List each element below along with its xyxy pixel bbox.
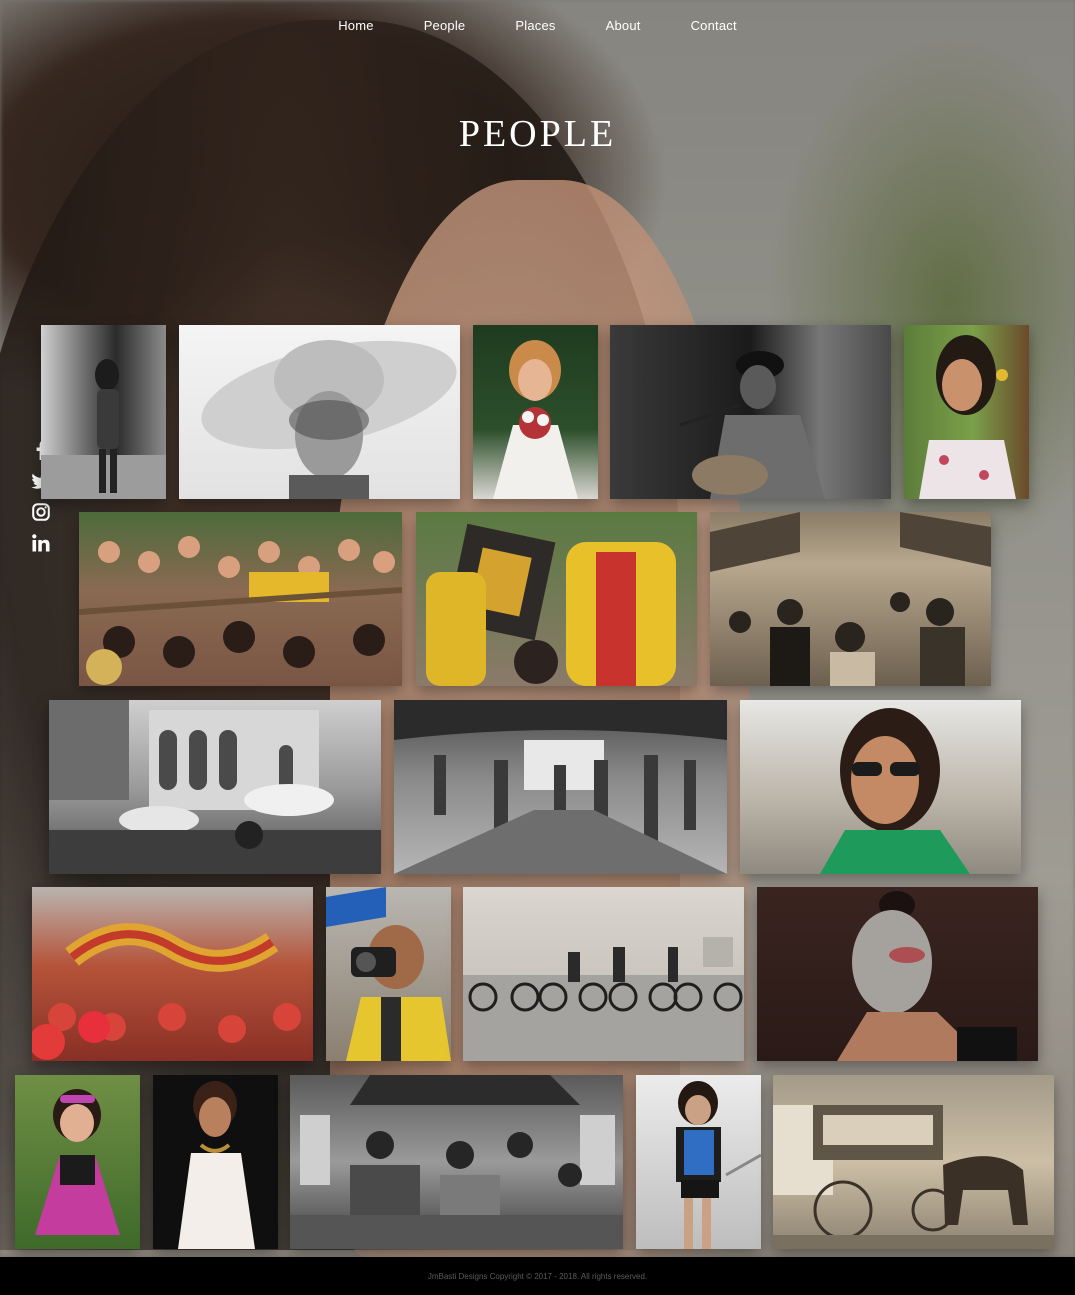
footer: JmBasti Designs Copyright © 2017 - 2018.… (0, 1257, 1075, 1295)
dragon-dance-photo[interactable] (32, 887, 313, 1061)
cyclists-on-seawall-photo[interactable] (463, 887, 744, 1061)
woman-in-sunglasses-photo[interactable] (740, 700, 1021, 874)
devotees-with-icon-photo[interactable] (416, 512, 697, 686)
festival-crowd-photo[interactable] (79, 512, 402, 686)
woman-in-corridor-photo[interactable] (41, 325, 166, 499)
copyright-text: JmBasti Designs Copyright © 2017 - 2018.… (427, 1271, 648, 1281)
horse-carriage-photo[interactable] (773, 1075, 1054, 1249)
street-guitarist-photo[interactable] (610, 325, 891, 499)
little-girl-photo[interactable] (15, 1075, 140, 1249)
woman-with-flower-photo[interactable] (904, 325, 1029, 499)
train-station-photo[interactable] (394, 700, 727, 874)
bride-with-bouquet-photo[interactable] (473, 325, 598, 499)
photographer-photo[interactable] (326, 887, 451, 1061)
woman-on-stairs-photo[interactable] (636, 1075, 761, 1249)
face-paint-portrait-photo[interactable] (757, 887, 1038, 1061)
market-crowd-photo[interactable] (710, 512, 991, 686)
woman-in-sunhat-photo[interactable] (179, 325, 460, 499)
church-umbrellas-photo[interactable] (49, 700, 381, 874)
woman-in-white-dress-photo[interactable] (153, 1075, 278, 1249)
street-market-photo[interactable] (290, 1075, 623, 1249)
photo-gallery (0, 0, 1075, 1257)
